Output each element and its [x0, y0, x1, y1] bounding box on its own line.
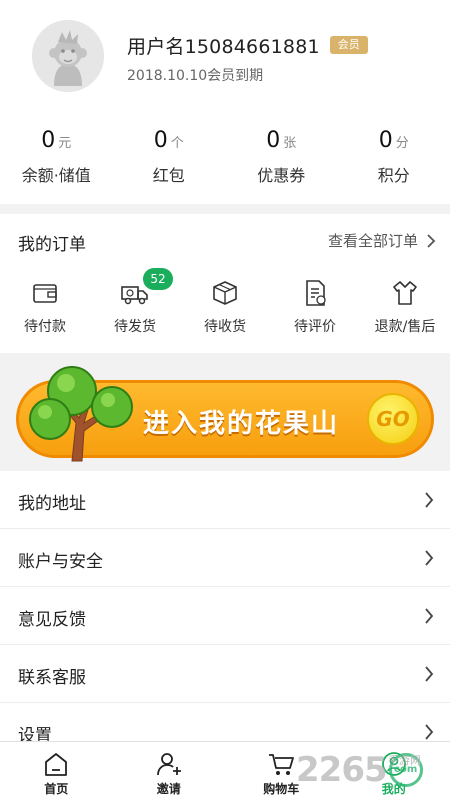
stat-balance[interactable]: 0元 余额·储值 — [0, 128, 113, 198]
chevron-right-icon — [425, 608, 434, 624]
orders-header: 我的订单 查看全部订单 — [0, 214, 450, 270]
tab-label: 邀请 — [156, 782, 181, 796]
username: 用户名15084661881 — [127, 35, 320, 58]
order-pending-review[interactable]: 待评价 — [270, 274, 360, 344]
wallet-icon — [33, 284, 57, 303]
menu-item-address[interactable]: 我的地址 — [0, 471, 450, 529]
order-label: 退款/售后 — [374, 319, 436, 335]
order-pending-payment[interactable]: 待付款 — [0, 274, 90, 344]
stat-label: 红包 — [152, 166, 185, 185]
menu-label: 意见反馈 — [18, 610, 86, 630]
order-label: 待付款 — [24, 319, 66, 335]
stat-unit: 张 — [283, 136, 297, 151]
review-icon — [306, 280, 326, 306]
monkey-avatar-icon — [32, 20, 104, 92]
account-stats: 0元 余额·储值 0个 红包 0张 优惠券 0分 积分 — [0, 128, 450, 198]
stat-unit: 个 — [170, 136, 184, 151]
profile-header: 用户名15084661881 会员 2018.10.10会员到期 — [0, 0, 450, 120]
stat-value: 0 — [266, 128, 281, 153]
stat-red-packet[interactable]: 0个 红包 — [113, 128, 226, 198]
tab-home[interactable]: 首页 — [0, 742, 113, 800]
banner-text: 进入我的花果山 — [143, 409, 340, 439]
chevron-right-icon — [425, 550, 434, 566]
invite-icon — [156, 753, 181, 776]
tab-invite[interactable]: 邀请 — [113, 742, 226, 800]
order-pending-shipment[interactable]: 52 待发货 — [90, 268, 180, 344]
stat-label: 积分 — [377, 166, 410, 185]
menu-item-feedback[interactable]: 意见反馈 — [0, 587, 450, 645]
tab-label: 首页 — [44, 782, 69, 796]
stat-unit: 分 — [395, 136, 409, 151]
view-all-orders-link[interactable]: 查看全部订单 — [328, 230, 436, 251]
refund-icon — [393, 281, 417, 305]
stat-value: 0 — [41, 128, 56, 153]
watermark-site: 手游网 — [388, 754, 421, 767]
shipment-count-badge: 52 — [143, 268, 173, 290]
stat-value: 0 — [378, 128, 393, 153]
order-refund-aftersales[interactable]: 退款/售后 — [360, 274, 450, 344]
home-icon — [45, 753, 68, 776]
site-watermark: 2265 com 手游网 — [296, 750, 423, 790]
username-row: 用户名15084661881 会员 — [127, 32, 368, 58]
menu-label: 联系客服 — [18, 668, 86, 688]
avatar[interactable] — [32, 20, 104, 92]
section-divider — [0, 204, 450, 214]
menu-label: 我的地址 — [18, 494, 86, 514]
view-all-orders-label: 查看全部订单 — [327, 232, 418, 250]
order-label: 待评价 — [294, 319, 336, 335]
order-label: 待收货 — [204, 319, 246, 335]
chevron-right-icon — [427, 233, 436, 248]
stat-unit: 元 — [58, 136, 72, 151]
order-status-row: 待付款 52 待发货 待收货 待评价 退款/售后 — [0, 268, 450, 344]
stat-label: 优惠券 — [257, 166, 306, 185]
chevron-right-icon — [425, 492, 434, 508]
menu-label: 账户与安全 — [18, 552, 103, 572]
cart-icon — [269, 754, 295, 775]
stat-label: 余额·储值 — [21, 166, 91, 185]
watermark-number: 2265 — [296, 750, 388, 790]
tree-icon — [29, 366, 133, 462]
settings-menu: 我的地址 账户与安全 意见反馈 联系客服 设置 — [0, 471, 450, 761]
go-button[interactable]: GO — [367, 393, 419, 445]
order-pending-receipt[interactable]: 待收货 — [180, 274, 270, 344]
menu-item-customer-service[interactable]: 联系客服 — [0, 645, 450, 703]
chevron-right-icon — [425, 666, 434, 682]
stat-coupons[interactable]: 0张 优惠券 — [225, 128, 338, 198]
stat-value: 0 — [153, 128, 168, 153]
orders-title: 我的订单 — [18, 235, 86, 255]
order-label: 待发货 — [114, 319, 156, 335]
chevron-right-icon — [425, 724, 434, 740]
stat-points[interactable]: 0分 积分 — [338, 128, 450, 198]
member-badge: 会员 — [329, 36, 368, 54]
membership-expiry: 2018.10.10会员到期 — [127, 68, 264, 84]
box-icon — [213, 281, 237, 305]
menu-item-account-security[interactable]: 账户与安全 — [0, 529, 450, 587]
